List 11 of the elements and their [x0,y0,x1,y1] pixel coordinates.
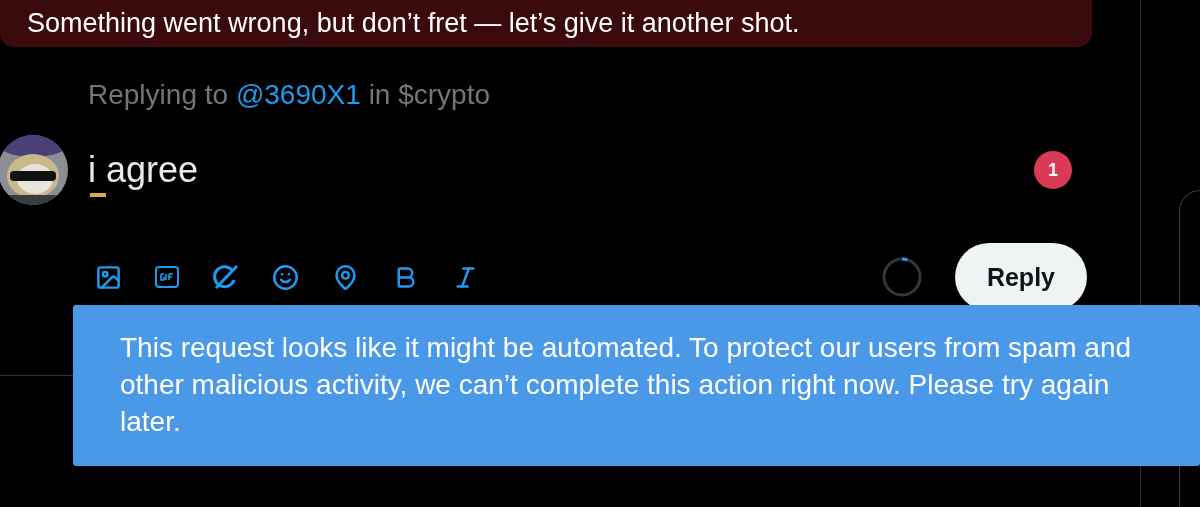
image-icon[interactable] [95,263,122,291]
gif-icon[interactable] [155,266,179,288]
replying-to-text: Replying to @3690X1 in $crypto [88,79,492,111]
location-icon[interactable] [332,263,359,291]
error-message: Something went wrong, but don’t fret — let’s give it another shot. [0,0,1092,47]
notification-badge: 1 [1034,151,1072,189]
reply-input[interactable]: i agree [88,149,199,190]
toast-message: This request looks like it might be automated. To protect our users from spam and other malicious activity, we can’t complete this action right now. Please try again later. [73,305,1200,466]
handle-link[interactable]: @3690X1 [235,79,361,110]
character-count-ring [880,256,923,298]
emoji-icon[interactable] [272,263,299,291]
